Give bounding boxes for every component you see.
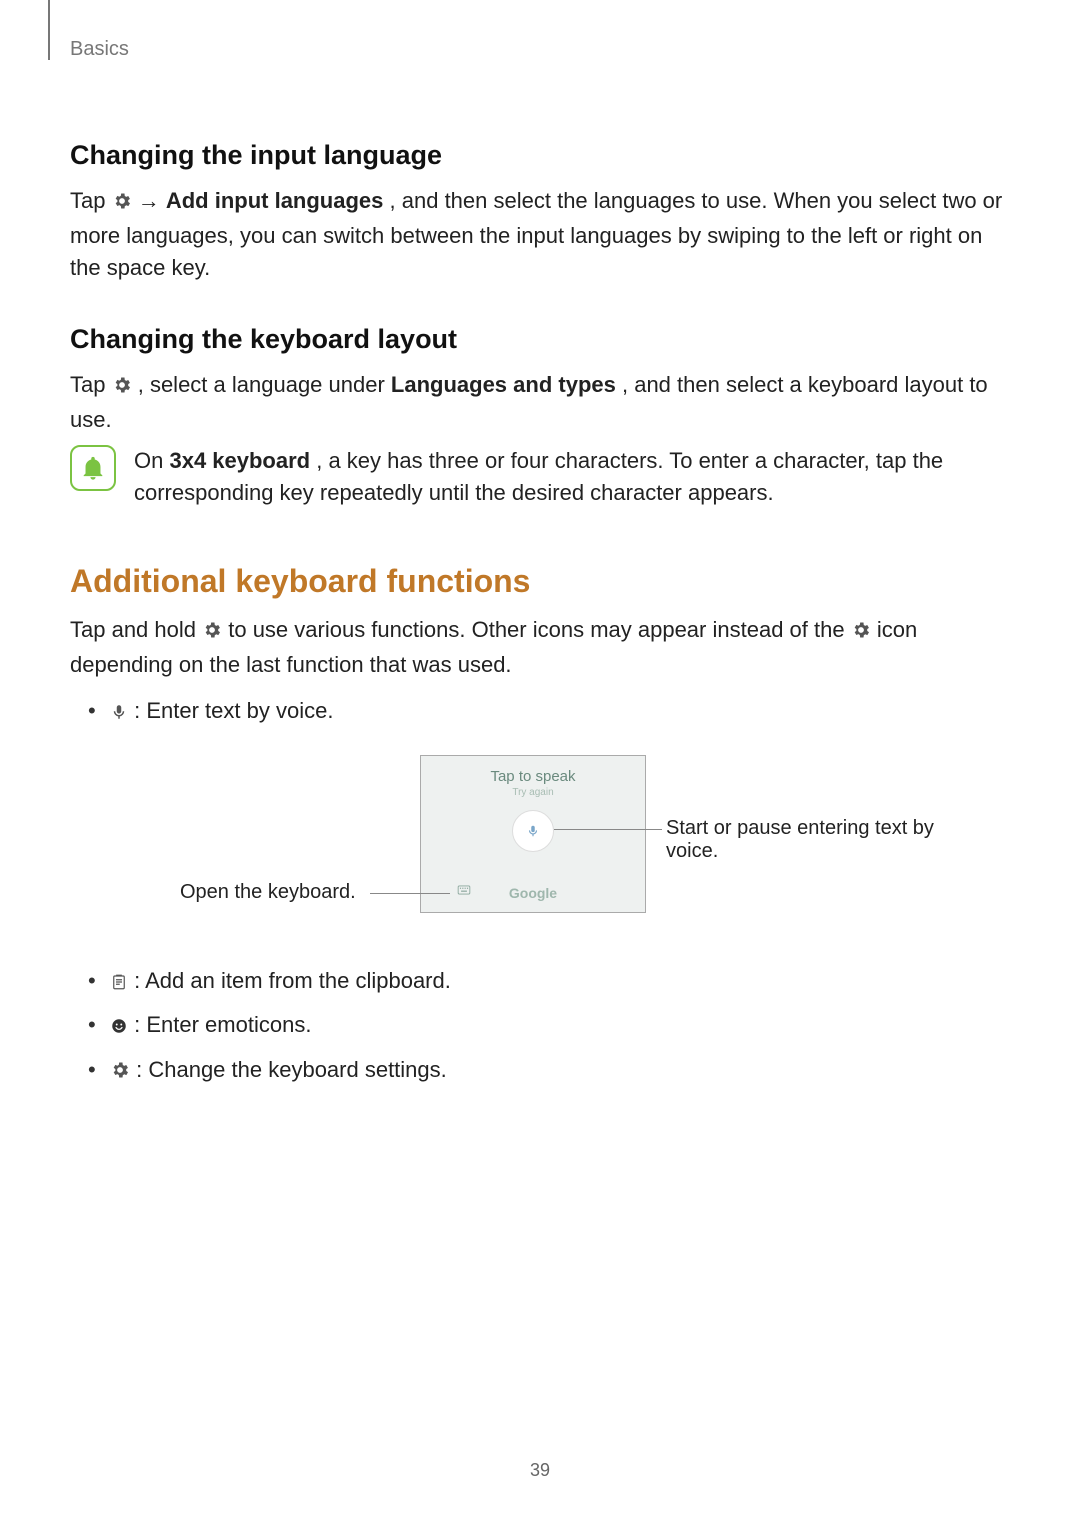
gear-icon	[202, 617, 222, 649]
list-item-clipboard: : Add an item from the clipboard.	[70, 963, 1010, 1001]
try-again-label: Try again	[421, 787, 645, 798]
list-item-emoticons: : Enter emoticons.	[70, 1007, 1010, 1045]
voice-input-diagram: Tap to speak Try again Google Open the k…	[70, 755, 1010, 945]
leader-line	[370, 893, 450, 894]
text: →	[138, 188, 166, 213]
gear-icon	[110, 1055, 130, 1090]
note-bell-icon	[70, 445, 116, 491]
text: Tap	[70, 188, 112, 213]
section-header: Basics	[70, 38, 129, 61]
heading-additional-functions: Additional keyboard functions	[70, 563, 1010, 600]
heading-keyboard-layout: Changing the keyboard layout	[70, 324, 1010, 355]
text: to use various functions. Other icons ma…	[228, 617, 850, 642]
voice-panel: Tap to speak Try again Google	[420, 755, 646, 913]
mic-icon	[110, 696, 128, 731]
text: : Enter emoticons.	[134, 1012, 311, 1037]
note-box: On 3x4 keyboard , a key has three or fou…	[70, 445, 1010, 509]
text: Tap	[70, 372, 112, 397]
text-bold: 3x4 keyboard	[169, 448, 310, 473]
paragraph-additional-functions: Tap and hold to use various functions. O…	[70, 614, 1010, 681]
gear-icon	[851, 617, 871, 649]
smiley-icon	[110, 1010, 128, 1045]
text-bold: Add input languages	[166, 188, 384, 213]
list-item-settings: : Change the keyboard settings.	[70, 1052, 1010, 1090]
text: Tap and hold	[70, 617, 202, 642]
clipboard-icon	[110, 966, 128, 1001]
text: , select a language under	[138, 372, 391, 397]
text: : Enter text by voice.	[134, 698, 333, 723]
page-edge-rule	[48, 0, 50, 60]
paragraph-input-language: Tap → Add input languages , and then sel…	[70, 185, 1010, 284]
callout-start-pause: Start or pause entering text by voice.	[666, 817, 966, 863]
callout-open-keyboard: Open the keyboard.	[180, 881, 356, 904]
gear-icon	[112, 372, 132, 404]
note-text: On 3x4 keyboard , a key has three or fou…	[134, 445, 1010, 509]
gear-icon	[112, 188, 132, 220]
tap-to-speak-label: Tap to speak	[421, 768, 645, 785]
mic-button[interactable]	[512, 810, 554, 852]
page-number: 39	[0, 1460, 1080, 1481]
list-item-voice: : Enter text by voice.	[70, 693, 1010, 731]
heading-input-language: Changing the input language	[70, 140, 1010, 171]
text: On	[134, 448, 169, 473]
paragraph-keyboard-layout: Tap , select a language under Languages …	[70, 369, 1010, 436]
text: : Add an item from the clipboard.	[134, 968, 451, 993]
leader-line	[554, 829, 662, 830]
text: : Change the keyboard settings.	[136, 1057, 447, 1082]
google-label: Google	[421, 885, 645, 901]
text-bold: Languages and types	[391, 372, 616, 397]
